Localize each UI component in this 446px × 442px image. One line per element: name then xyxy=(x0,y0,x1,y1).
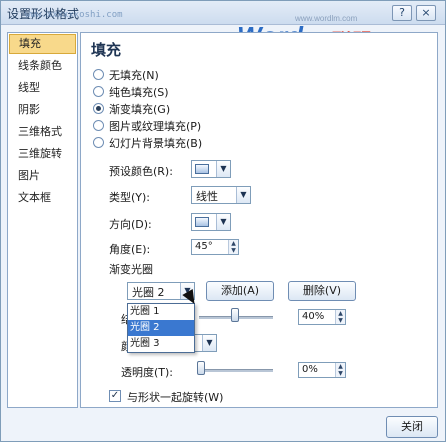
gradient-stop-dropdown-list: 光圈 1 光圈 2 光圈 3 xyxy=(127,303,195,353)
transparency-track[interactable] xyxy=(199,369,273,372)
chevron-down-icon: ▼ xyxy=(216,161,230,177)
stop-position-value: 40% xyxy=(302,311,325,322)
direction-label: 方向(D): xyxy=(109,218,152,231)
sidebar-item-picture[interactable]: 图片 xyxy=(8,165,77,187)
solid-fill-label: 纯色填充(S) xyxy=(109,86,169,99)
gradient-stops-label: 渐变光圈 xyxy=(109,263,153,276)
category-sidebar: 填充 线条颜色 线型 阴影 三维格式 三维旋转 图片 文本框 xyxy=(7,32,78,408)
no-fill-radio[interactable] xyxy=(93,69,104,80)
dropdown-option-stop-3[interactable]: 光圈 3 xyxy=(128,336,194,352)
chevron-down-icon: ▼ xyxy=(216,214,230,230)
sidebar-item-line-style[interactable]: 线型 xyxy=(8,77,77,99)
sidebar-item-shadow[interactable]: 阴影 xyxy=(8,99,77,121)
watermark-text: www.xxxxxxoshi.com xyxy=(25,10,123,20)
gradient-fill-label: 渐变填充(G) xyxy=(109,103,171,116)
rotate-with-shape-label: 与形状一起旋转(W) xyxy=(127,391,224,404)
gradient-fill-radio[interactable] xyxy=(93,103,104,114)
sidebar-item-fill[interactable]: 填充 xyxy=(9,34,76,54)
type-label: 类型(Y): xyxy=(109,191,151,204)
format-shape-dialog: 设置形状格式 www.xxxxxxoshi.com ? × www.wordlm… xyxy=(0,0,446,442)
preset-colors-dropdown[interactable]: ▼ xyxy=(191,160,231,178)
transparency-value: 0% xyxy=(302,364,318,375)
page-title: 填充 xyxy=(91,41,122,59)
type-dropdown[interactable]: 线性 ▼ xyxy=(191,186,251,204)
slide-bg-fill-radio[interactable] xyxy=(93,137,104,148)
type-value: 线性 xyxy=(196,190,218,203)
title-bar: 设置形状格式 www.xxxxxxoshi.com ? × xyxy=(1,1,445,25)
sidebar-item-text-box[interactable]: 文本框 xyxy=(8,187,77,209)
picture-fill-radio[interactable] xyxy=(93,120,104,131)
dropdown-option-stop-1[interactable]: 光圈 1 xyxy=(128,304,194,320)
help-button[interactable]: ? xyxy=(392,5,412,21)
angle-value: 45° xyxy=(195,241,213,252)
sidebar-item-3d-format[interactable]: 三维格式 xyxy=(8,121,77,143)
gradient-swatch-icon xyxy=(195,164,209,174)
chevron-down-icon: ▼ xyxy=(236,187,250,203)
fill-panel: 填充 无填充(N) 纯色填充(S) 渐变填充(G) 图片或纹理填充(P) 幻灯片… xyxy=(80,32,438,408)
solid-fill-radio[interactable] xyxy=(93,86,104,97)
chevron-down-icon: ▼ xyxy=(202,335,216,351)
spinner-icon[interactable]: ▲ ▼ xyxy=(228,240,238,254)
transparency-label: 透明度(T): xyxy=(121,366,174,379)
spinner-icon[interactable]: ▲ ▼ xyxy=(335,310,345,324)
rotate-with-shape-checkbox[interactable]: ✓ xyxy=(109,390,121,402)
angle-input[interactable]: 45° ▲ ▼ xyxy=(191,239,239,255)
picture-fill-label: 图片或纹理填充(P) xyxy=(109,120,202,133)
dropdown-option-stop-2[interactable]: 光圈 2 xyxy=(128,320,194,336)
angle-label: 角度(E): xyxy=(109,243,151,256)
transparency-input[interactable]: 0% ▲ ▼ xyxy=(298,362,346,378)
logo-url: www.wordlm.com xyxy=(295,14,358,23)
sidebar-item-3d-rotation[interactable]: 三维旋转 xyxy=(8,143,77,165)
stop-position-input[interactable]: 40% ▲ ▼ xyxy=(298,309,346,325)
sidebar-item-line-color[interactable]: 线条颜色 xyxy=(8,55,77,77)
close-button[interactable]: 关闭 xyxy=(386,416,438,438)
slide-bg-fill-label: 幻灯片背景填充(B) xyxy=(109,137,203,150)
spinner-icon[interactable]: ▲ ▼ xyxy=(335,363,345,377)
stop-select-value: 光圈 2 xyxy=(132,286,165,299)
preset-colors-label: 预设颜色(R): xyxy=(109,165,173,178)
no-fill-label: 无填充(N) xyxy=(109,69,159,82)
transparency-thumb[interactable] xyxy=(197,361,205,375)
delete-stop-button[interactable]: 删除(V) xyxy=(288,281,356,301)
close-icon[interactable]: × xyxy=(416,5,436,21)
stop-position-thumb[interactable] xyxy=(231,308,239,322)
direction-swatch-icon xyxy=(195,217,209,227)
add-stop-button[interactable]: 添加(A) xyxy=(206,281,274,301)
direction-dropdown[interactable]: ▼ xyxy=(191,213,231,231)
